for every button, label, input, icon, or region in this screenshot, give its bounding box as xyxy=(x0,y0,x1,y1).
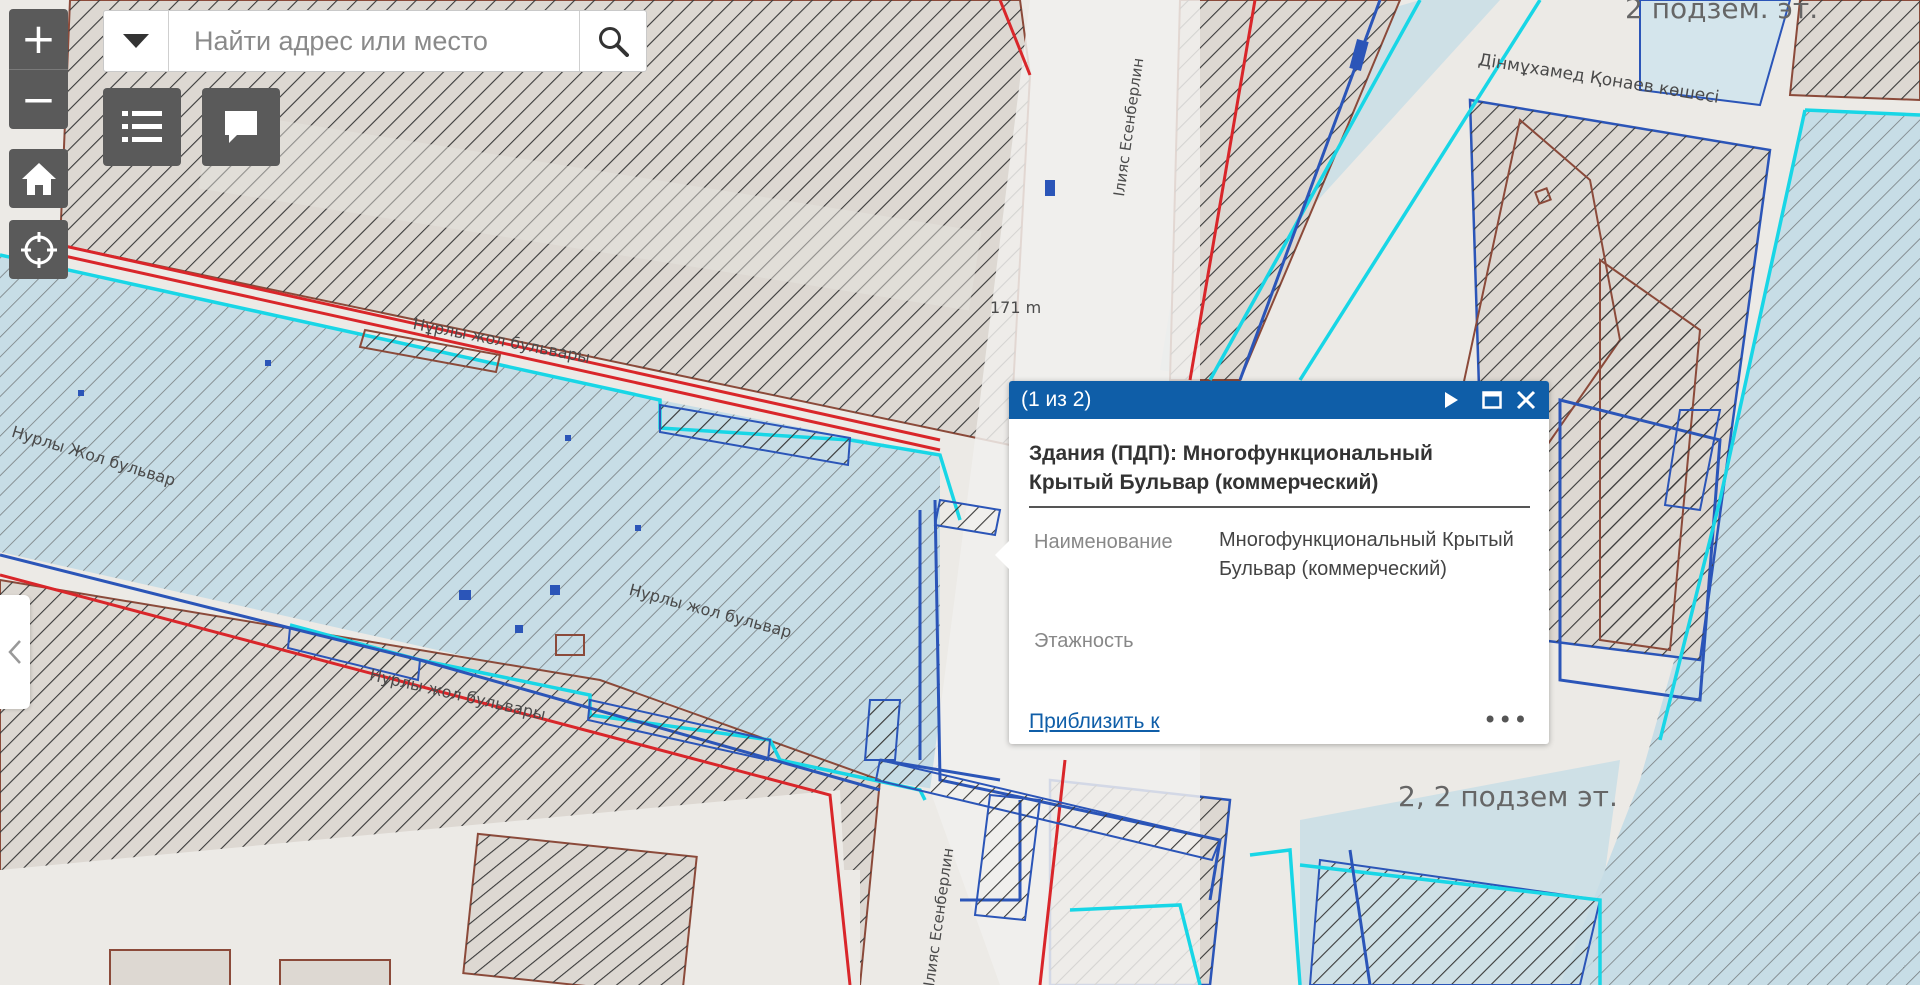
search-source-dropdown[interactable] xyxy=(104,11,169,71)
measurement-label: 171 m xyxy=(990,298,1042,317)
home-button[interactable] xyxy=(9,149,68,208)
search-icon xyxy=(599,27,629,57)
locate-icon xyxy=(20,231,57,268)
zoom-in-button[interactable]: + xyxy=(9,9,68,69)
comment-button[interactable] xyxy=(202,88,280,166)
search-widget xyxy=(103,10,647,72)
map-canvas[interactable] xyxy=(0,0,1920,985)
list-icon xyxy=(122,111,162,142)
next-feature-button[interactable] xyxy=(1439,388,1463,412)
attribute-name: Этажность xyxy=(1034,630,1134,652)
comment-icon xyxy=(225,111,257,143)
play-icon xyxy=(1445,392,1458,408)
popup-pointer xyxy=(995,541,1009,569)
locate-button[interactable] xyxy=(9,220,68,279)
layer-list-button[interactable] xyxy=(103,88,181,166)
chevron-left-icon xyxy=(8,640,21,664)
zoom-out-button[interactable]: − xyxy=(9,69,68,130)
maximize-icon xyxy=(1482,391,1502,409)
floors-label-top-right: 2 подзем. эт. xyxy=(1625,0,1819,25)
popup-divider xyxy=(1029,506,1530,508)
popup-title: Здания (ПДП): Многофункциональный Крытый… xyxy=(1029,442,1433,494)
attribute-name: Наименование xyxy=(1034,531,1173,553)
maximize-button[interactable] xyxy=(1480,388,1504,412)
popup-header: (1 из 2) xyxy=(1009,381,1549,419)
side-panel-toggle[interactable] xyxy=(0,595,30,709)
attribute-value: Многофункциональный Крытый Бульвар (комм… xyxy=(1219,529,1514,580)
more-actions-button[interactable]: ••• xyxy=(1483,706,1528,734)
search-input[interactable] xyxy=(170,11,580,71)
caret-down-icon xyxy=(123,34,149,48)
home-icon xyxy=(21,162,56,195)
zoom-control: + − xyxy=(9,9,68,129)
floors-label-bottom-right: 2, 2 подзем эт. xyxy=(1398,780,1618,813)
search-button[interactable] xyxy=(579,11,646,71)
close-button[interactable] xyxy=(1514,388,1538,412)
popup-counter: (1 из 2) xyxy=(1021,388,1092,411)
map-view[interactable]: Дінмұхамед Қонаев көшесі Нұрлы жол бульв… xyxy=(0,0,1920,985)
feature-popup: (1 из 2) Здания (ПДП): Многофункциональн… xyxy=(995,381,1549,744)
close-icon xyxy=(1516,390,1536,410)
zoom-to-link[interactable]: Приблизить к xyxy=(1029,710,1160,734)
